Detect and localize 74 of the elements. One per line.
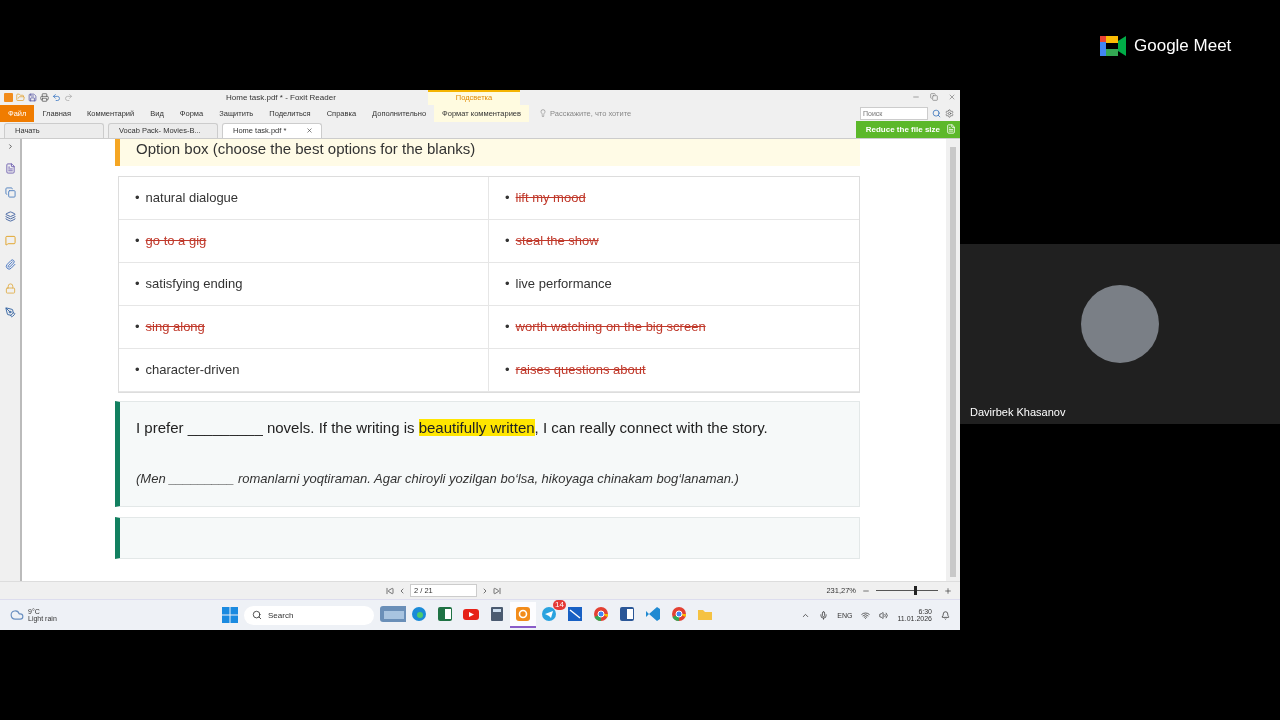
participant-name: Davirbek Khasanov: [970, 406, 1066, 418]
option-text: character-driven: [145, 362, 240, 378]
option-text: worth watching on the big screen: [515, 319, 706, 335]
undo-icon[interactable]: [52, 92, 61, 102]
print-icon[interactable]: [40, 92, 49, 102]
spreadsheet-icon[interactable]: [437, 606, 453, 623]
close-icon[interactable]: [948, 93, 956, 102]
first-page-icon[interactable]: [386, 586, 394, 595]
exercise-sentence: I prefer _________ novels. If the writing is beautifully written, I can really connect with the story.: [136, 417, 769, 438]
taskbar-search[interactable]: Search: [244, 605, 374, 625]
settings-icon[interactable]: [945, 108, 954, 118]
zoom-in-icon[interactable]: [944, 586, 952, 595]
window-title: Home task.pdf * - Foxit Reader: [226, 93, 336, 102]
news-thumbnail-icon: [380, 606, 406, 623]
option-text: sing along: [145, 319, 205, 335]
option-text: steal the show: [515, 233, 599, 249]
notification-badge: 14: [553, 600, 566, 611]
option-text: satisfying ending: [145, 276, 243, 292]
layers-icon[interactable]: [4, 210, 16, 222]
browser-icon[interactable]: [593, 606, 609, 623]
taskbar-app[interactable]: [510, 602, 536, 629]
bullet: •: [135, 276, 140, 292]
pdf-reader-icon[interactable]: [515, 606, 531, 623]
zip-file-icon: [946, 124, 956, 135]
document-app-icon[interactable]: [619, 606, 635, 623]
bullet: •: [505, 319, 510, 335]
option-text: raises questions about: [515, 362, 646, 378]
start-icon[interactable]: [222, 607, 238, 624]
search-placeholder: Search: [268, 610, 294, 620]
close-icon[interactable]: [306, 127, 313, 135]
restore-icon[interactable]: [930, 93, 938, 102]
previous-page-icon[interactable]: [398, 586, 406, 595]
signature-icon[interactable]: [4, 306, 16, 318]
bullet: •: [135, 319, 140, 335]
bullet: •: [505, 190, 510, 206]
browser-icon[interactable]: [411, 606, 427, 623]
camera-logo-icon: [1100, 36, 1126, 56]
option-text: live performance: [515, 276, 612, 292]
volume-icon[interactable]: [879, 610, 889, 620]
attachment-icon[interactable]: [4, 258, 16, 270]
option-text: go to a gig: [145, 233, 207, 249]
bullet: •: [135, 233, 140, 249]
paper-plane-icon[interactable]: [541, 606, 557, 623]
notification-icon[interactable]: [941, 610, 950, 620]
search-icon: [252, 610, 262, 621]
option-text: natural dialogue: [145, 190, 239, 206]
microphone-icon[interactable]: [819, 610, 829, 620]
bullet: •: [135, 362, 140, 378]
bullet: •: [135, 190, 140, 206]
bullet: •: [505, 362, 510, 378]
option-text: lift my mood: [515, 190, 586, 206]
bullet: •: [505, 276, 510, 292]
expand-icon[interactable]: [6, 142, 14, 150]
next-page-icon[interactable]: [481, 586, 489, 595]
search-icon[interactable]: [932, 108, 941, 118]
cloud-rain-icon: [10, 608, 24, 623]
scrollbar-thumb[interactable]: [950, 146, 956, 577]
video-play-icon[interactable]: [463, 606, 479, 623]
bookmark-icon[interactable]: [4, 162, 16, 174]
slider-thumb[interactable]: [914, 586, 918, 596]
option-box-title: Option box (choose the best options for the blanks): [115, 138, 860, 166]
last-page-icon[interactable]: [493, 586, 501, 595]
app-logo-icon: [4, 92, 13, 102]
pages-icon[interactable]: [4, 186, 16, 198]
lightbulb-icon: [539, 109, 547, 118]
calculator-icon[interactable]: [489, 606, 505, 623]
browser-icon[interactable]: [671, 606, 687, 623]
brand-name: Google Meet: [1134, 36, 1232, 56]
code-editor-icon[interactable]: [645, 606, 661, 623]
comment-icon[interactable]: [4, 234, 16, 246]
bullet: •: [505, 233, 510, 249]
translation-text: (Men _________ romanlarni yoqtiraman. Agar chiroyli yozilgan bo‘lsa, hikoyaga chinakam bog‘lanaman.): [136, 469, 740, 488]
wifi-icon[interactable]: [861, 610, 871, 620]
save-icon[interactable]: [28, 92, 37, 102]
